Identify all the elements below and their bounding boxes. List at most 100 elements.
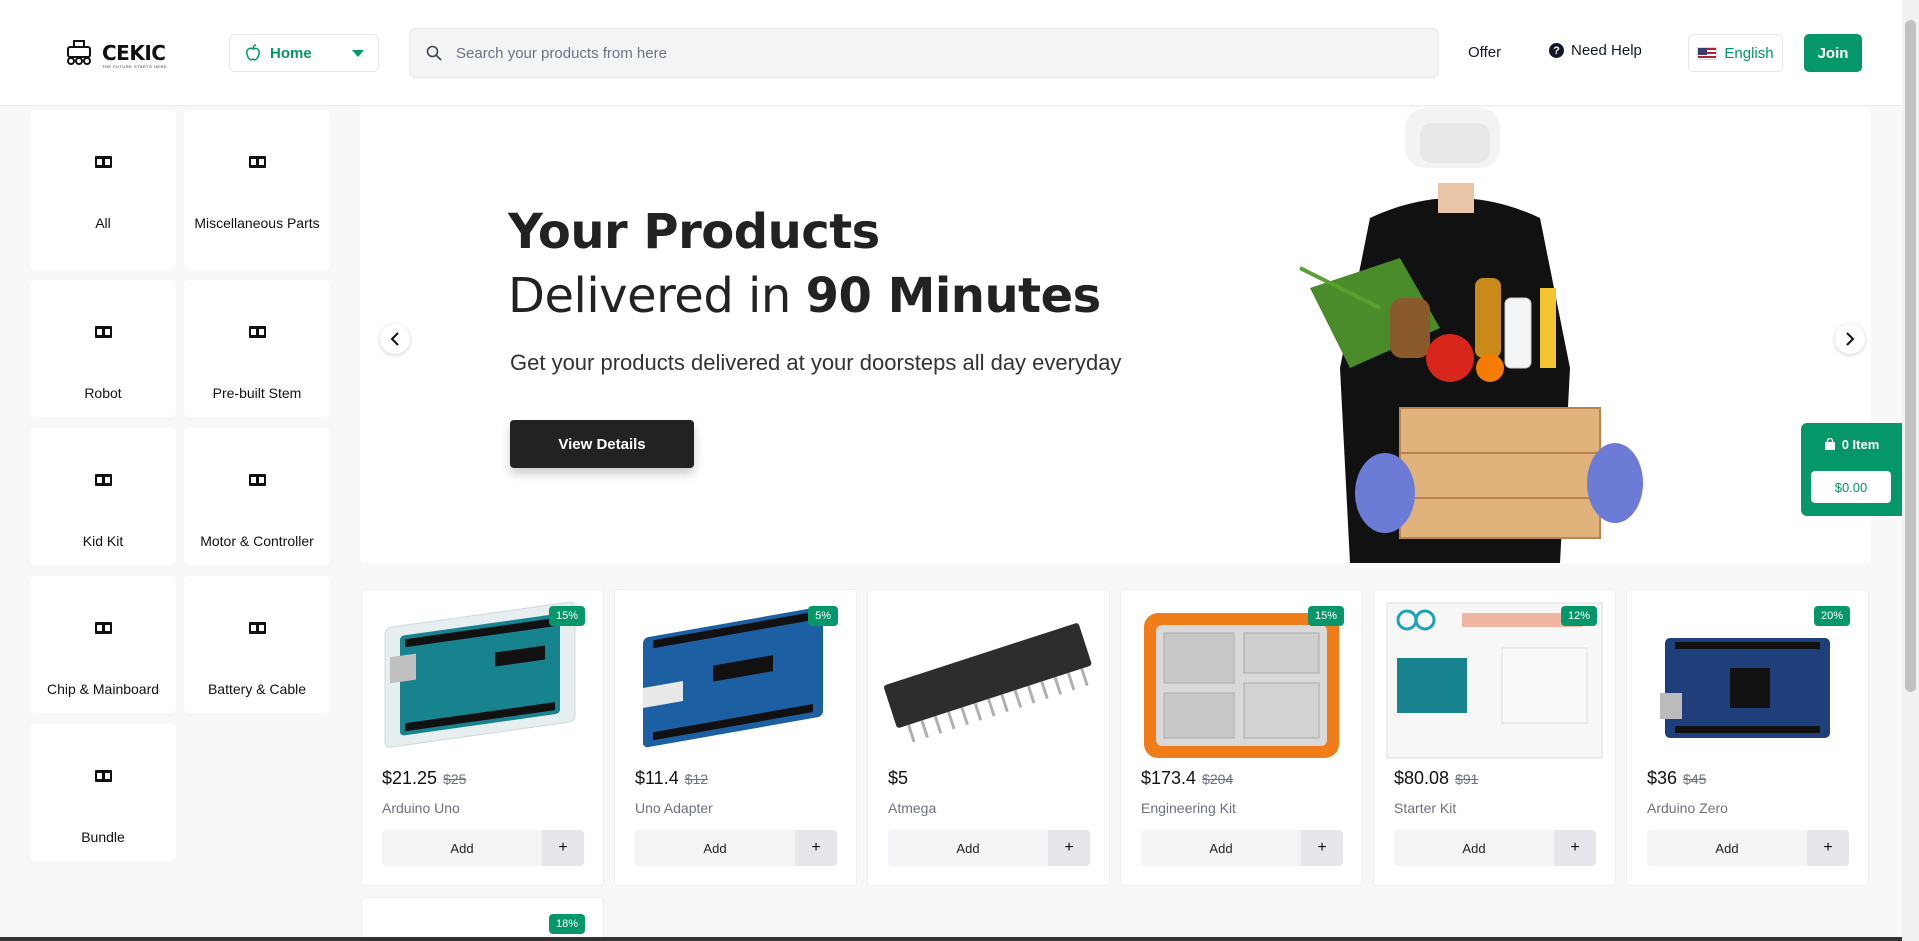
question-circle-icon: ?	[1549, 43, 1564, 58]
product-price: $173.4 $204	[1141, 768, 1233, 789]
language-label: English	[1724, 44, 1774, 62]
current-price: $36	[1647, 768, 1678, 788]
add-to-cart: Add +	[888, 830, 1090, 866]
product-card[interactable]: 5% $11.4 $12 Uno Adapter Add +	[614, 589, 857, 886]
add-to-cart: Add +	[635, 830, 837, 866]
product-card[interactable]: 20% $36 $45 Arduino Zero Add +	[1626, 589, 1869, 886]
category-icon	[94, 156, 112, 168]
home-dropdown-label: Home	[270, 44, 312, 62]
plus-icon[interactable]: +	[1048, 830, 1090, 866]
category-motor-controller[interactable]: Motor & Controller	[184, 428, 330, 565]
original-price: $91	[1455, 771, 1479, 787]
add-to-cart: Add +	[1647, 830, 1849, 866]
search-bar	[409, 28, 1439, 78]
carousel-next-button[interactable]	[1835, 324, 1865, 354]
current-price: $21.25	[382, 768, 438, 788]
add-button[interactable]: Add	[635, 830, 795, 866]
home-dropdown[interactable]: Home	[229, 34, 379, 72]
category-label: Pre-built Stem	[212, 385, 302, 401]
add-to-cart: Add +	[1394, 830, 1596, 866]
product-card-partial[interactable]: 18%	[361, 897, 604, 937]
hero-title: Your Products	[508, 204, 880, 260]
plus-icon[interactable]: +	[1807, 830, 1849, 866]
category-kid-kit[interactable]: Kid Kit	[30, 428, 176, 565]
category-robot[interactable]: Robot	[30, 280, 176, 417]
add-button[interactable]: Add	[888, 830, 1048, 866]
cart-total: $0.00	[1811, 471, 1891, 503]
product-price: $5	[888, 768, 908, 789]
category-battery-cable[interactable]: Battery & Cable	[184, 576, 330, 713]
discount-badge: 18%	[548, 914, 585, 934]
category-label: Bundle	[81, 829, 125, 845]
need-help-link[interactable]: ? Need Help	[1549, 42, 1642, 59]
scrollbar-thumb[interactable]	[1905, 20, 1916, 692]
original-price: $204	[1202, 771, 1234, 787]
discount-badge: 20%	[1813, 606, 1850, 626]
plus-icon[interactable]: +	[1554, 830, 1596, 866]
add-button[interactable]: Add	[1647, 830, 1807, 866]
bottom-edge	[0, 937, 1902, 941]
category-label: Miscellaneous Parts	[194, 215, 320, 231]
plus-icon[interactable]: +	[1301, 830, 1343, 866]
product-name: Engineering Kit	[1141, 800, 1236, 816]
category-pre-built-stem[interactable]: Pre-built Stem	[184, 280, 330, 417]
language-selector[interactable]: English	[1688, 34, 1783, 72]
delivery-person-image	[1299, 108, 1643, 563]
product-name: Starter Kit	[1394, 800, 1457, 816]
cart-items: 0 Item	[1801, 437, 1902, 452]
product-card[interactable]: 15% $21.25 $25 Arduino Uno Add +	[361, 589, 604, 886]
original-price: $12	[684, 771, 709, 787]
chevron-down-icon	[352, 49, 364, 57]
product-price: $21.25 $25	[382, 768, 466, 789]
product-name: Arduino Zero	[1647, 800, 1728, 816]
product-card[interactable]: 12% $80.08 $91 Starter Kit Add +	[1373, 589, 1616, 886]
add-to-cart: Add +	[382, 830, 584, 866]
current-price: $173.4	[1141, 768, 1197, 788]
add-button[interactable]: Add	[1141, 830, 1301, 866]
add-button[interactable]: Add	[382, 830, 542, 866]
logo-tagline: THE FUTURE STARTS HERE	[102, 64, 168, 69]
cart-items-label: 0 Item	[1841, 437, 1880, 452]
plus-icon[interactable]: +	[542, 830, 584, 866]
view-details-button[interactable]: View Details	[510, 420, 694, 468]
category-icon	[94, 474, 112, 486]
hero-title-prefix: Delivered in	[508, 268, 806, 324]
search-icon	[426, 45, 442, 61]
add-button[interactable]: Add	[1394, 830, 1554, 866]
original-price: $25	[443, 771, 467, 787]
discount-badge: 12%	[1560, 606, 1597, 626]
apple-icon	[246, 44, 260, 61]
offer-link[interactable]: Offer	[1468, 44, 1501, 61]
logo[interactable]: CEKIC THE FUTURE STARTS HERE	[62, 36, 172, 70]
discount-badge: 15%	[1307, 606, 1344, 626]
shopping-bag-icon	[1824, 437, 1835, 450]
chevron-left-icon	[390, 332, 399, 346]
page-scrollbar[interactable]	[1902, 0, 1919, 941]
join-button[interactable]: Join	[1804, 34, 1862, 72]
discount-badge: 15%	[548, 606, 585, 626]
discount-badge: 5%	[808, 606, 838, 626]
us-flag-icon	[1697, 46, 1718, 60]
plus-icon[interactable]: +	[795, 830, 837, 866]
category-icon	[248, 156, 266, 168]
category-icon	[94, 622, 112, 634]
floating-cart[interactable]: 0 Item $0.00	[1801, 423, 1902, 516]
hero-banner: Your Products Delivered in 90 Minutes Ge…	[360, 108, 1871, 563]
robot-logo-icon	[67, 40, 91, 65]
hero-subtitle: Get your products delivered at your door…	[510, 350, 1122, 375]
category-chip-mainboard[interactable]: Chip & Mainboard	[30, 576, 176, 713]
carousel-prev-button[interactable]	[380, 324, 410, 354]
current-price: $5	[888, 768, 909, 788]
category-miscellaneous-parts[interactable]: Miscellaneous Parts	[184, 110, 330, 270]
category-all[interactable]: All	[30, 110, 176, 270]
category-bundle[interactable]: Bundle	[30, 724, 176, 861]
logo-text: CEKIC	[102, 41, 166, 65]
site-header: CEKIC THE FUTURE STARTS HERE Home Offer …	[0, 0, 1902, 106]
product-card[interactable]: $5 Atmega Add +	[867, 589, 1110, 886]
hero-title-highlight: 90 Minutes	[805, 268, 1102, 324]
atmega-chip-image	[884, 623, 1092, 743]
category-icon	[94, 770, 112, 782]
product-card[interactable]: 15% $173.4 $204 Engineering Kit Add +	[1120, 589, 1363, 886]
category-icon	[248, 474, 266, 486]
search-input[interactable]	[456, 44, 1422, 62]
